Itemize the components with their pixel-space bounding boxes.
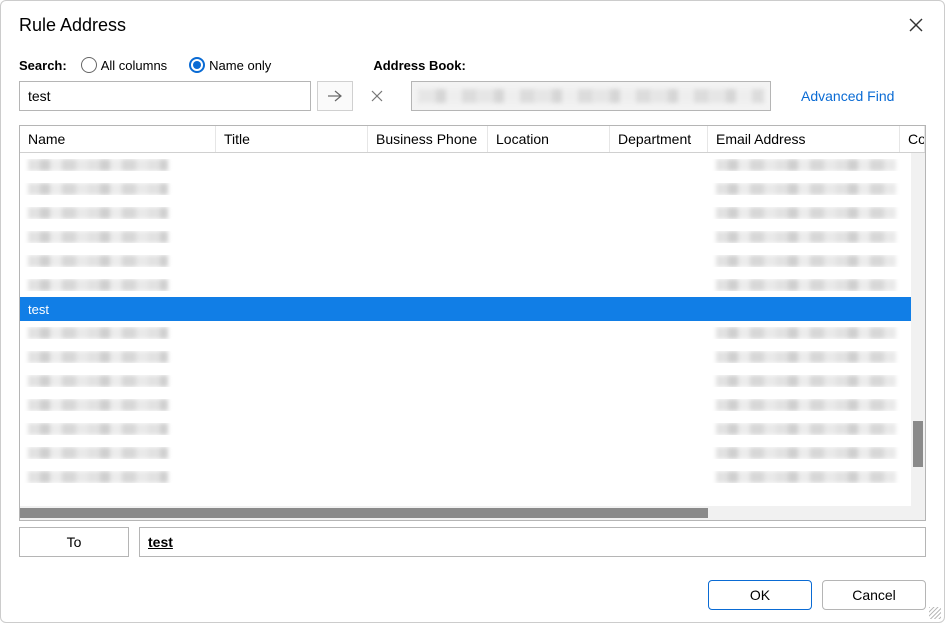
col-dept[interactable]: Department: [610, 126, 708, 152]
col-phone[interactable]: Business Phone: [368, 126, 488, 152]
col-email[interactable]: Email Address: [708, 126, 900, 152]
to-field[interactable]: test: [139, 527, 926, 557]
h-scroll-thumb[interactable]: [20, 508, 708, 518]
results-table: Name Title Business Phone Location Depar…: [19, 125, 926, 521]
table-row[interactable]: [20, 321, 925, 345]
v-scroll-thumb[interactable]: [913, 421, 923, 467]
col-title[interactable]: Title: [216, 126, 368, 152]
radio-name-only-label: Name only: [209, 58, 271, 73]
radio-icon: [81, 57, 97, 73]
address-book-redacted: [418, 89, 764, 103]
vertical-scrollbar[interactable]: [911, 153, 925, 506]
table-row[interactable]: [20, 441, 925, 465]
selected-name: test: [20, 302, 216, 317]
search-input[interactable]: [19, 81, 311, 111]
table-row[interactable]: [20, 177, 925, 201]
address-book-input[interactable]: [411, 81, 771, 111]
radio-icon: [189, 57, 205, 73]
address-book-label: Address Book:: [373, 58, 465, 73]
table-row[interactable]: [20, 417, 925, 441]
rows-area[interactable]: test: [20, 153, 925, 506]
table-row[interactable]: [20, 153, 925, 177]
resize-grip-icon[interactable]: [929, 607, 941, 619]
table-row[interactable]: [20, 273, 925, 297]
col-co[interactable]: Co: [900, 126, 925, 152]
dialog-title: Rule Address: [19, 15, 126, 36]
table-row[interactable]: [20, 465, 925, 489]
table-row[interactable]: [20, 369, 925, 393]
col-loc[interactable]: Location: [488, 126, 610, 152]
go-button[interactable]: [317, 81, 353, 111]
table-row[interactable]: [20, 393, 925, 417]
cancel-button[interactable]: Cancel: [822, 580, 926, 610]
column-header-row: Name Title Business Phone Location Depar…: [20, 126, 925, 153]
table-row-selected[interactable]: test: [20, 297, 925, 321]
advanced-find-link[interactable]: Advanced Find: [801, 88, 894, 104]
clear-button[interactable]: [359, 81, 395, 111]
search-label: Search:: [19, 58, 67, 73]
table-row[interactable]: [20, 345, 925, 369]
table-row[interactable]: [20, 225, 925, 249]
radio-all-columns[interactable]: All columns: [81, 57, 167, 73]
radio-name-only[interactable]: Name only: [189, 57, 271, 73]
close-icon[interactable]: [902, 11, 930, 39]
table-row[interactable]: [20, 249, 925, 273]
to-button[interactable]: To: [19, 527, 129, 557]
to-recipient: test: [148, 534, 173, 550]
horizontal-scrollbar[interactable]: [20, 506, 925, 520]
radio-all-label: All columns: [101, 58, 167, 73]
table-row[interactable]: [20, 201, 925, 225]
col-name[interactable]: Name: [20, 126, 216, 152]
ok-button[interactable]: OK: [708, 580, 812, 610]
